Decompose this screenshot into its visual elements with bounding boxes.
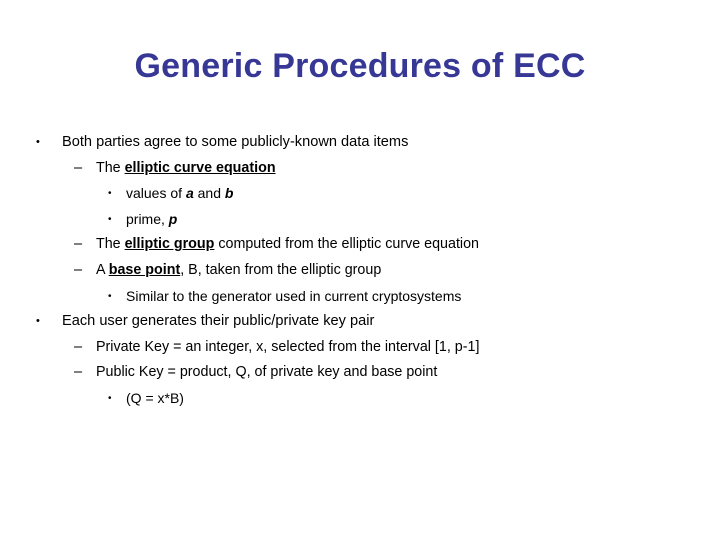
text-run: computed from the elliptic curve equatio… — [214, 236, 480, 253]
emphasis-term: elliptic group — [124, 236, 215, 253]
list-item-label: Each user generates their public/private… — [62, 309, 374, 335]
list-item: • (Q = x*B) — [36, 386, 696, 412]
bullet-list: • Both parties agree to some publicly-kno… — [36, 130, 696, 412]
bullet-marker-icon: – — [74, 261, 83, 278]
text-run: Private Key = an integer, x, selected fr… — [96, 338, 480, 355]
slide-canvas: Generic Procedures of ECC • Both parties … — [0, 0, 720, 540]
bullet-marker-icon: • — [108, 188, 112, 200]
list-item-label: Private Key = an integer, x, selected fr… — [96, 335, 479, 361]
list-item-label: values of a and b — [126, 181, 233, 207]
list-item: – A base point, B, taken from the ellipti… — [36, 258, 696, 284]
bullet-marker-icon: – — [74, 338, 83, 355]
emphasis-term: elliptic curve equation — [124, 159, 276, 176]
list-item: • Both parties agree to some publicly-kno… — [36, 130, 696, 156]
text-run: and — [193, 185, 225, 202]
bullet-marker-icon: – — [74, 159, 83, 176]
text-run: prime, — [126, 210, 169, 227]
text-run: The — [96, 159, 125, 176]
list-item-label: Public Key = product, Q, of private key … — [96, 360, 437, 386]
list-item-label: The elliptic group computed from the ell… — [96, 232, 479, 258]
list-item: – Public Key = product, Q, of private key… — [36, 360, 696, 386]
list-item-label: Similar to the generator used in current… — [126, 284, 461, 310]
list-item: • values of a and b — [36, 181, 696, 207]
text-run: Each user generates their public/private… — [62, 313, 375, 330]
bullet-marker-icon: • — [36, 315, 40, 328]
text-run: Similar to the generator used in current… — [126, 287, 462, 304]
list-item: – The elliptic curve equation — [36, 156, 696, 182]
emphasis-term: base point — [108, 261, 181, 278]
bullet-marker-icon: • — [108, 392, 112, 404]
text-run: A — [96, 261, 109, 278]
text-run: values of — [126, 185, 186, 202]
variable-term: a — [185, 185, 194, 202]
list-item: • prime, p — [36, 207, 696, 233]
bullet-marker-icon: – — [74, 236, 83, 253]
list-item: • Each user generates their public/privat… — [36, 309, 696, 335]
text-run: (Q = x*B) — [126, 389, 184, 406]
list-item-label: Both parties agree to some publicly-know… — [62, 130, 408, 156]
list-item-label: (Q = x*B) — [126, 386, 184, 412]
list-item-label: prime, p — [126, 207, 177, 233]
variable-term: b — [224, 185, 234, 202]
list-item-label: A base point, B, taken from the elliptic… — [96, 258, 381, 284]
bullet-marker-icon: • — [36, 136, 40, 148]
list-item: – The elliptic group computed from the el… — [36, 232, 696, 258]
text-run: , B, taken from the elliptic group — [180, 261, 382, 278]
list-item: • Similar to the generator used in curren… — [36, 284, 696, 310]
page-title: Generic Procedures of ECC — [134, 47, 586, 85]
list-item-label: The elliptic curve equation — [96, 156, 276, 182]
variable-term: p — [168, 210, 178, 227]
bullet-marker-icon: – — [74, 364, 83, 381]
text-run: The — [96, 236, 125, 253]
bullet-marker-icon: • — [108, 213, 112, 225]
list-item: – Private Key = an integer, x, selected f… — [36, 335, 696, 361]
text-run: Both parties agree to some publicly-know… — [62, 134, 409, 150]
text-run: Public Key = product, Q, of private key … — [96, 364, 438, 381]
bullet-marker-icon: • — [108, 290, 112, 302]
